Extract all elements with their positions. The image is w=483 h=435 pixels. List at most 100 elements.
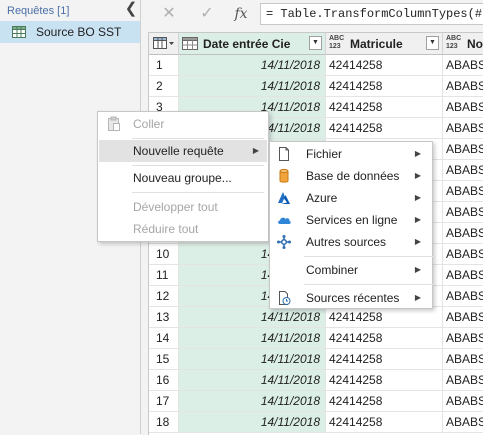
no-cell[interactable]: ABABSA bbox=[443, 160, 483, 181]
menu-item-paste[interactable]: Coller bbox=[99, 113, 267, 135]
recent-sources-icon bbox=[279, 291, 291, 305]
query-item-label: Source BO SST bbox=[36, 25, 122, 39]
no-cell[interactable]: ABABSA bbox=[443, 412, 483, 433]
no-cell[interactable]: ABABSA bbox=[443, 76, 483, 97]
menu-item-new-query[interactable]: Nouvelle requête ▶ bbox=[99, 140, 267, 162]
date-entree-cell[interactable]: 14/11/2018 bbox=[179, 307, 326, 328]
column-filter-dropdown[interactable]: ▼ bbox=[426, 36, 439, 50]
context-menu: Coller Nouvelle requête ▶ Nouveau groupe… bbox=[97, 111, 269, 242]
table-row[interactable]: 1814/11/201842414258ABABSA bbox=[149, 412, 483, 433]
date-entree-cell[interactable]: 14/11/2018 bbox=[179, 370, 326, 391]
table-icon bbox=[12, 26, 26, 38]
no-cell[interactable]: ABABSA bbox=[443, 265, 483, 286]
matricule-cell[interactable]: 42414258 bbox=[326, 391, 443, 412]
submenu-arrow-icon: ▶ bbox=[414, 265, 421, 274]
table-row[interactable]: 114/11/201842414258ABABSA bbox=[149, 55, 483, 76]
submenu-item-base-de-donnees[interactable]: Base de données ▶ bbox=[271, 165, 431, 187]
menu-separator bbox=[132, 165, 264, 166]
no-cell[interactable]: ABABSA bbox=[443, 181, 483, 202]
submenu-item-autres-sources[interactable]: Autres sources ▶ bbox=[271, 231, 431, 253]
date-entree-cell[interactable]: 14/11/2018 bbox=[179, 76, 326, 97]
matricule-cell[interactable]: 42414258 bbox=[326, 97, 443, 118]
matricule-cell[interactable]: 42414258 bbox=[326, 76, 443, 97]
no-cell[interactable]: ABABSA bbox=[443, 55, 483, 76]
table-row[interactable]: 1514/11/201842414258ABABSA bbox=[149, 349, 483, 370]
menu-separator bbox=[132, 192, 264, 193]
no-cell[interactable]: ABABSA bbox=[443, 118, 483, 139]
cloud-icon bbox=[278, 217, 291, 224]
column-header-date-entree[interactable]: Date entrée Cie ▼ bbox=[179, 33, 326, 55]
matricule-cell[interactable]: 42414258 bbox=[326, 307, 443, 328]
submenu-item-azure[interactable]: Azure ▶ bbox=[271, 187, 431, 209]
menu-item-expand-all[interactable]: Développer tout bbox=[99, 196, 267, 218]
matricule-cell[interactable]: 42414258 bbox=[326, 118, 443, 139]
text-type-badge: ABC 123 bbox=[329, 35, 345, 50]
matricule-cell[interactable]: 42414258 bbox=[326, 370, 443, 391]
new-query-submenu: Fichier ▶ Base de données ▶ Azure ▶ Serv… bbox=[269, 141, 436, 309]
collapse-pane-button[interactable]: ❮ bbox=[124, 1, 138, 17]
no-cell[interactable]: ABABSA bbox=[443, 391, 483, 412]
grid-corner-menu[interactable] bbox=[149, 33, 179, 55]
confirm-formula-button[interactable]: ✓ bbox=[194, 3, 220, 25]
row-number-cell: 17 bbox=[149, 391, 179, 412]
menu-item-new-group[interactable]: Nouveau groupe... bbox=[99, 167, 267, 189]
no-cell[interactable]: ABABSA bbox=[443, 202, 483, 223]
submenu-arrow-icon: ▶ bbox=[414, 215, 421, 224]
submenu-arrow-icon: ▶ bbox=[252, 146, 259, 155]
date-entree-cell[interactable]: 14/11/2018 bbox=[179, 412, 326, 433]
no-cell[interactable]: ABABSA bbox=[443, 97, 483, 118]
table-row[interactable]: 214/11/201842414258ABABSA bbox=[149, 76, 483, 97]
date-entree-cell[interactable]: 14/11/2018 bbox=[179, 349, 326, 370]
column-header-no[interactable]: ABC 123 No bbox=[443, 33, 483, 55]
menu-separator bbox=[132, 138, 264, 139]
queries-pane-title: Requêtes [1] bbox=[7, 5, 70, 17]
table-row[interactable]: 1714/11/201842414258ABABSA bbox=[149, 391, 483, 412]
paste-icon bbox=[108, 116, 120, 131]
column-filter-dropdown[interactable]: ▼ bbox=[309, 36, 322, 50]
no-cell[interactable]: ABABSA bbox=[443, 328, 483, 349]
column-name: No bbox=[467, 37, 483, 51]
no-cell[interactable]: ABABSA bbox=[443, 286, 483, 307]
table-row[interactable]: 1414/11/201842414258ABABSA bbox=[149, 328, 483, 349]
column-header-matricule[interactable]: ABC 123 Matricule ▼ bbox=[326, 33, 443, 55]
date-entree-cell[interactable]: 14/11/2018 bbox=[179, 55, 326, 76]
submenu-item-fichier[interactable]: Fichier ▶ bbox=[271, 143, 431, 165]
no-cell[interactable]: ABABSA bbox=[443, 349, 483, 370]
row-number-cell: 16 bbox=[149, 370, 179, 391]
matricule-cell[interactable]: 42414258 bbox=[326, 55, 443, 76]
table-row[interactable]: 1614/11/201842414258ABABSA bbox=[149, 370, 483, 391]
matricule-cell[interactable]: 42414258 bbox=[326, 328, 443, 349]
submenu-item-combiner[interactable]: Combiner ▶ bbox=[271, 259, 431, 281]
formula-bar: ✕ ✓ fx = Table.TransformColumnTypes(#"P bbox=[148, 0, 483, 28]
date-type-icon bbox=[182, 37, 198, 50]
insert-function-button[interactable]: fx bbox=[228, 3, 254, 25]
no-cell[interactable]: ABABSA bbox=[443, 370, 483, 391]
menu-separator bbox=[304, 284, 436, 285]
table-row[interactable]: 1314/11/201842414258ABABSA bbox=[149, 307, 483, 328]
submenu-item-services-en-ligne[interactable]: Services en ligne ▶ bbox=[271, 209, 431, 231]
no-cell[interactable]: ABABSA bbox=[443, 139, 483, 160]
no-cell[interactable]: ABABSA bbox=[443, 244, 483, 265]
formula-input[interactable]: = Table.TransformColumnTypes(#"P bbox=[260, 3, 483, 25]
menu-separator bbox=[304, 256, 436, 257]
column-name: Date entrée Cie bbox=[203, 37, 291, 51]
matricule-cell[interactable]: 42414258 bbox=[326, 349, 443, 370]
queries-pane-header: Requêtes [1] ❮ bbox=[0, 0, 140, 20]
text-type-badge: ABC 123 bbox=[446, 35, 462, 50]
query-item-source-bo-sst[interactable]: Source BO SST bbox=[0, 21, 140, 43]
row-number-cell: 11 bbox=[149, 265, 179, 286]
file-icon bbox=[279, 147, 289, 161]
no-cell[interactable]: ABABSA bbox=[443, 223, 483, 244]
no-cell[interactable]: ABABSA bbox=[443, 307, 483, 328]
date-entree-cell[interactable]: 14/11/2018 bbox=[179, 391, 326, 412]
row-number-cell: 18 bbox=[149, 412, 179, 433]
azure-icon bbox=[278, 192, 290, 204]
submenu-arrow-icon: ▶ bbox=[414, 149, 421, 158]
row-number-cell: 13 bbox=[149, 307, 179, 328]
column-name: Matricule bbox=[350, 37, 403, 51]
cancel-formula-button[interactable]: ✕ bbox=[156, 3, 182, 25]
matricule-cell[interactable]: 42414258 bbox=[326, 412, 443, 433]
submenu-item-sources-recentes[interactable]: Sources récentes ▶ bbox=[271, 287, 431, 309]
menu-item-collapse-all[interactable]: Réduire tout bbox=[99, 218, 267, 240]
date-entree-cell[interactable]: 14/11/2018 bbox=[179, 328, 326, 349]
